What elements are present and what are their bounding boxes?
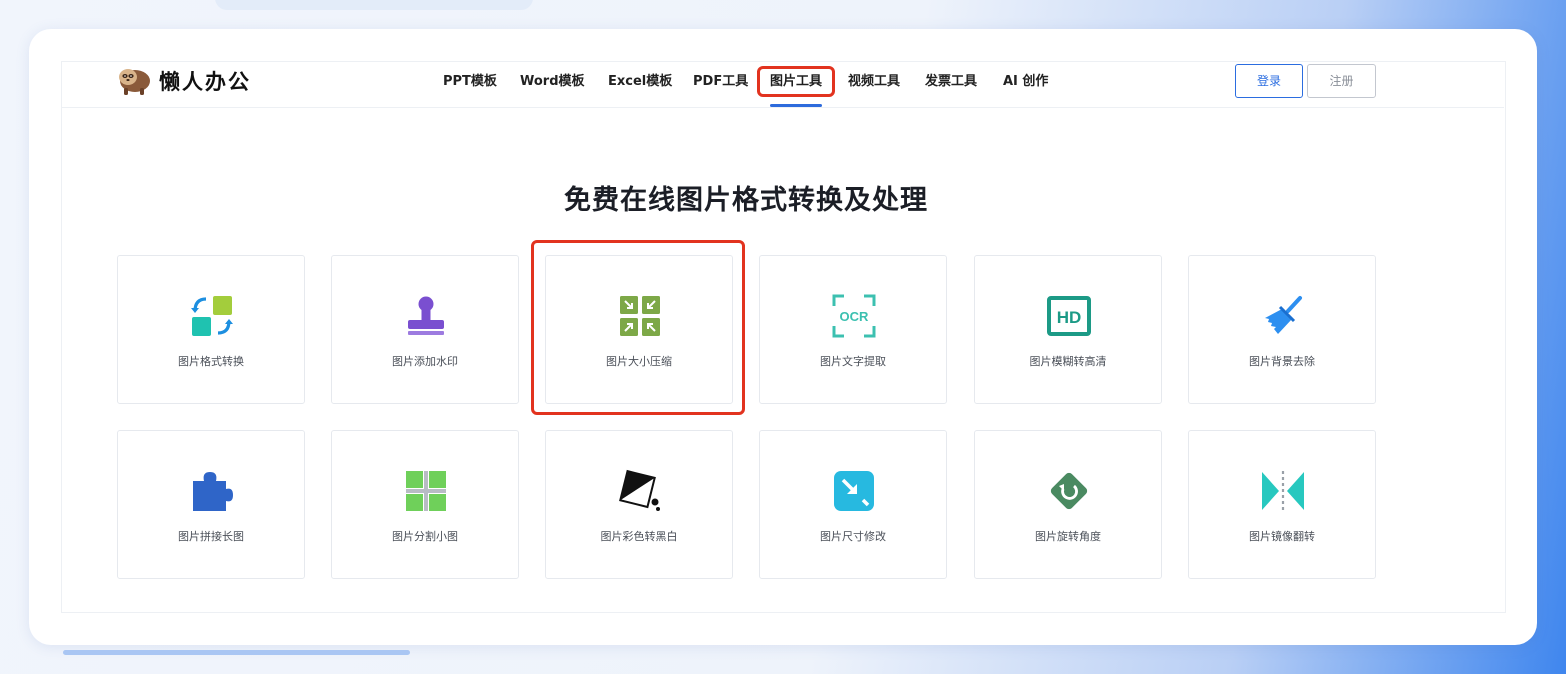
nav-active-underline <box>770 104 822 107</box>
sloth-icon <box>119 69 150 95</box>
hd-icon: HD <box>1047 296 1091 336</box>
brand-name: 懒人办公 <box>159 70 251 94</box>
tool-label: 图片拼接长图 <box>178 530 244 543</box>
tool-label: 图片添加水印 <box>392 355 458 368</box>
brand-logo[interactable]: 懒人办公 <box>116 66 251 96</box>
tool-label: 图片镜像翻转 <box>1249 530 1315 543</box>
tool-highlight-box <box>531 240 745 415</box>
tool-label: 图片分割小图 <box>392 530 458 543</box>
tool-card-stitch-long[interactable]: 图片拼接长图 <box>117 430 305 579</box>
tool-card-rotate[interactable]: 图片旋转角度 <box>974 430 1162 579</box>
tool-card-ocr[interactable]: OCR 图片文字提取 <box>759 255 947 404</box>
tool-card-color-to-bw[interactable]: 图片彩色转黑白 <box>545 430 733 579</box>
hd-icon-text: HD <box>1057 308 1082 327</box>
nav-ai-create[interactable]: AI 创作 <box>1003 61 1048 107</box>
top-decorative-pill <box>215 0 533 10</box>
horizontal-scrollbar[interactable] <box>63 650 410 655</box>
tool-label: 图片文字提取 <box>820 355 886 368</box>
color-to-bw-icon <box>619 469 660 511</box>
tool-card-remove-background[interactable]: 图片背景去除 <box>1188 255 1376 404</box>
nav-excel-templates[interactable]: Excel模板 <box>608 61 672 107</box>
stamp-icon <box>408 296 444 335</box>
format-convert-icon <box>191 296 233 336</box>
ocr-icon-text: OCR <box>840 309 870 324</box>
nav-video-tools[interactable]: 视频工具 <box>848 61 900 107</box>
nav-pdf-tools[interactable]: PDF工具 <box>693 61 748 107</box>
tool-label: 图片格式转换 <box>178 355 244 368</box>
grid-split-icon <box>406 471 446 511</box>
tool-card-watermark[interactable]: 图片添加水印 <box>331 255 519 404</box>
ocr-icon: OCR <box>832 294 876 338</box>
resize-icon <box>834 471 874 511</box>
tool-label: 图片旋转角度 <box>1035 530 1101 543</box>
nav-invoice-tools[interactable]: 发票工具 <box>925 61 977 107</box>
page-title: 免费在线图片格式转换及处理 <box>564 185 928 216</box>
tool-label: 图片彩色转黑白 <box>600 530 678 543</box>
puzzle-icon <box>193 472 233 511</box>
nav-word-templates[interactable]: Word模板 <box>520 61 585 107</box>
register-button[interactable]: 注册 <box>1307 64 1376 98</box>
tool-label: 图片尺寸修改 <box>820 530 886 543</box>
tool-label: 图片背景去除 <box>1249 355 1315 368</box>
login-button[interactable]: 登录 <box>1235 64 1303 98</box>
tool-card-hd[interactable]: HD 图片模糊转高清 <box>974 255 1162 404</box>
broom-icon <box>1265 296 1302 334</box>
nav-ppt-templates[interactable]: PPT模板 <box>443 61 497 107</box>
tool-label: 图片模糊转高清 <box>1029 355 1107 368</box>
tool-card-mirror-flip[interactable]: 图片镜像翻转 <box>1188 430 1376 579</box>
rotate-icon <box>1050 472 1088 510</box>
nav-highlight-box <box>757 66 835 97</box>
tool-card-split-grid[interactable]: 图片分割小图 <box>331 430 519 579</box>
mirror-flip-icon <box>1262 471 1304 511</box>
tool-card-resize[interactable]: 图片尺寸修改 <box>759 430 947 579</box>
tool-card-format-convert[interactable]: 图片格式转换 <box>117 255 305 404</box>
